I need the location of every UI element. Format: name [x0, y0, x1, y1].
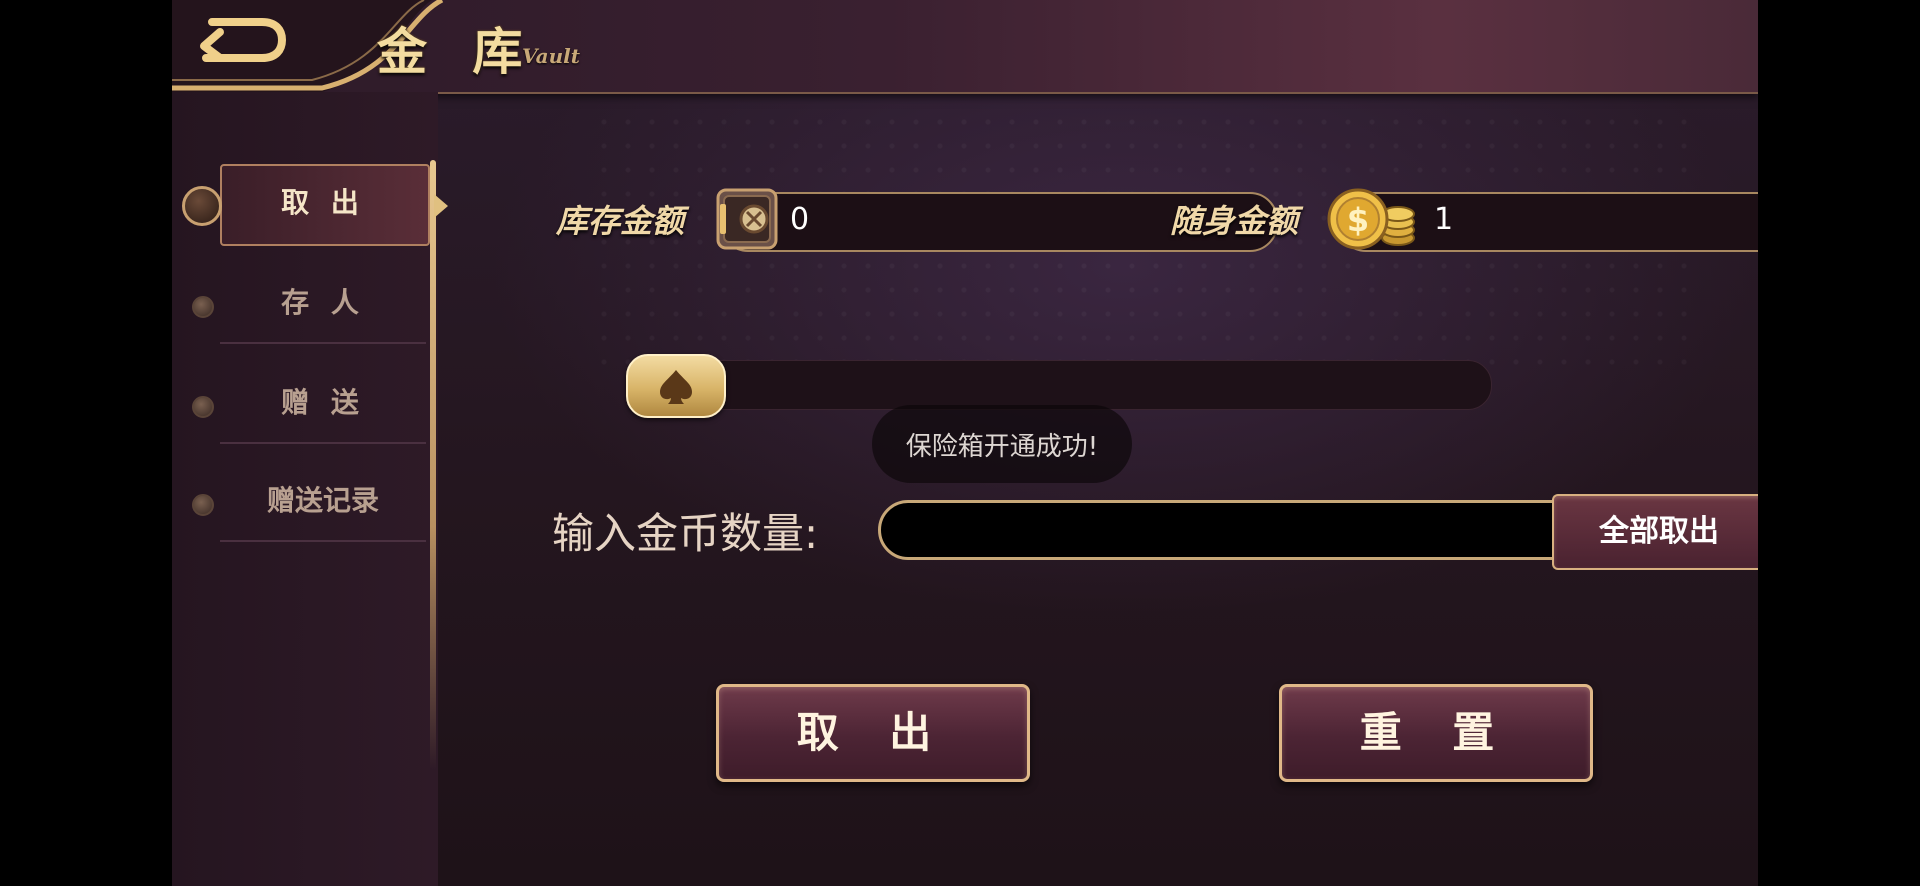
svg-text:$: $	[1347, 201, 1369, 239]
gold-coins-icon: $	[1327, 188, 1415, 250]
sidebar-item-withdraw[interactable]: 取 出	[172, 164, 430, 246]
sidebar-item-label: 赠送记录	[266, 484, 379, 517]
carry-balance-label: 随身金额	[1170, 202, 1299, 240]
sidebar-divider	[430, 160, 436, 770]
sidebar-item-label: 赠 送	[281, 386, 365, 419]
sidebar-item-gift-history[interactable]: 赠送记录	[172, 462, 430, 542]
sidebar-item-gift[interactable]: 赠 送	[172, 364, 430, 444]
sidebar-item-label: 存 人	[281, 286, 365, 319]
vault-screen: 金 库 Vault 取 出 存 人 赠 送 赠送记录 库存金额 0 随身金额 $…	[172, 0, 1758, 886]
amount-input-label: 输入金币数量:	[552, 509, 819, 558]
spade-icon	[660, 370, 692, 404]
bullet-icon	[192, 296, 214, 318]
carry-balance-value: 1	[1434, 202, 1454, 237]
back-arrow-icon	[200, 18, 286, 62]
bullet-icon	[192, 396, 214, 418]
amount-slider-knob[interactable]	[626, 354, 726, 418]
bullet-icon	[192, 494, 214, 516]
active-pointer-icon	[434, 194, 448, 218]
selected-indicator-icon	[182, 186, 222, 226]
page-subtitle: Vault	[522, 44, 581, 68]
back-button[interactable]	[192, 8, 292, 68]
page-title: 金 库	[377, 22, 537, 81]
toast-message: 保险箱开通成功!	[872, 405, 1132, 483]
safe-icon	[716, 188, 778, 250]
vault-balance-value: 0	[790, 202, 810, 237]
amount-slider-track[interactable]	[632, 360, 1492, 410]
withdraw-button[interactable]: 取 出	[716, 684, 1030, 782]
sidebar-item-label: 取 出	[281, 186, 365, 219]
withdraw-all-button[interactable]: 全部取出	[1552, 494, 1758, 570]
vault-balance-label: 库存金额	[556, 202, 685, 240]
reset-button[interactable]: 重 置	[1279, 684, 1593, 782]
header-bar: 金 库 Vault	[172, 0, 1758, 94]
sidebar-item-deposit[interactable]: 存 人	[172, 264, 430, 344]
